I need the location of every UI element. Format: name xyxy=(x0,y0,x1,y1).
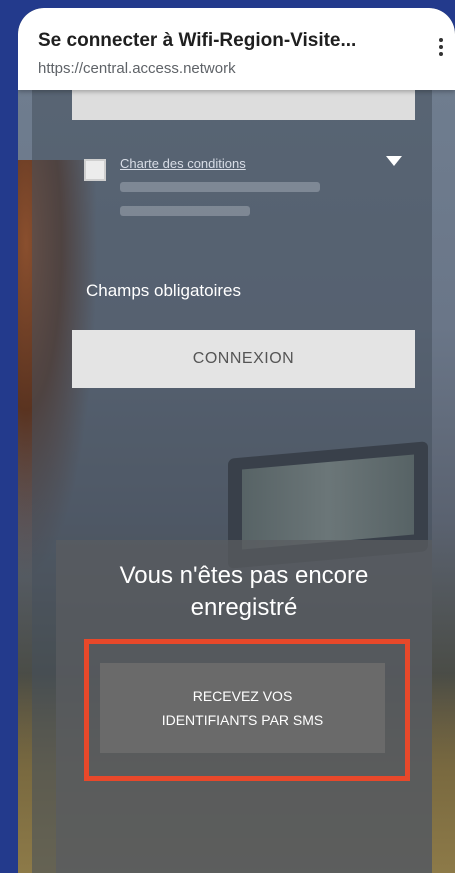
login-button[interactable]: CONNEXION xyxy=(72,330,415,388)
sms-credentials-button[interactable]: RECEVEZ VOS IDENTIFIANTS PAR SMS xyxy=(100,663,385,753)
browser-header: Se connecter à Wifi-Region-Visite... htt… xyxy=(18,8,455,90)
required-fields-label: Champs obligatoires xyxy=(86,281,241,300)
register-title-line2: enregistré xyxy=(190,594,298,621)
conditions-link[interactable]: Charte des conditions xyxy=(120,156,246,171)
chevron-down-icon[interactable] xyxy=(386,156,402,166)
conditions-text-blur xyxy=(120,206,250,216)
register-title: Vous n'êtes pas encore enregistré xyxy=(56,560,432,624)
page-url: https://central.access.network xyxy=(38,60,236,77)
register-title-line1: Vous n'êtes pas encore xyxy=(119,562,369,589)
conditions-text-blur xyxy=(120,182,320,192)
more-vert-icon[interactable] xyxy=(435,38,447,60)
accept-conditions-checkbox[interactable] xyxy=(84,159,106,181)
sms-button-line1: RECEVEZ VOS xyxy=(192,688,293,704)
page-title: Se connecter à Wifi-Region-Visite... xyxy=(38,30,357,51)
input-field[interactable] xyxy=(72,90,415,120)
sms-button-line2: IDENTIFIANTS PAR SMS xyxy=(161,712,324,728)
phone-screen: Se connecter à Wifi-Region-Visite... htt… xyxy=(18,8,455,873)
